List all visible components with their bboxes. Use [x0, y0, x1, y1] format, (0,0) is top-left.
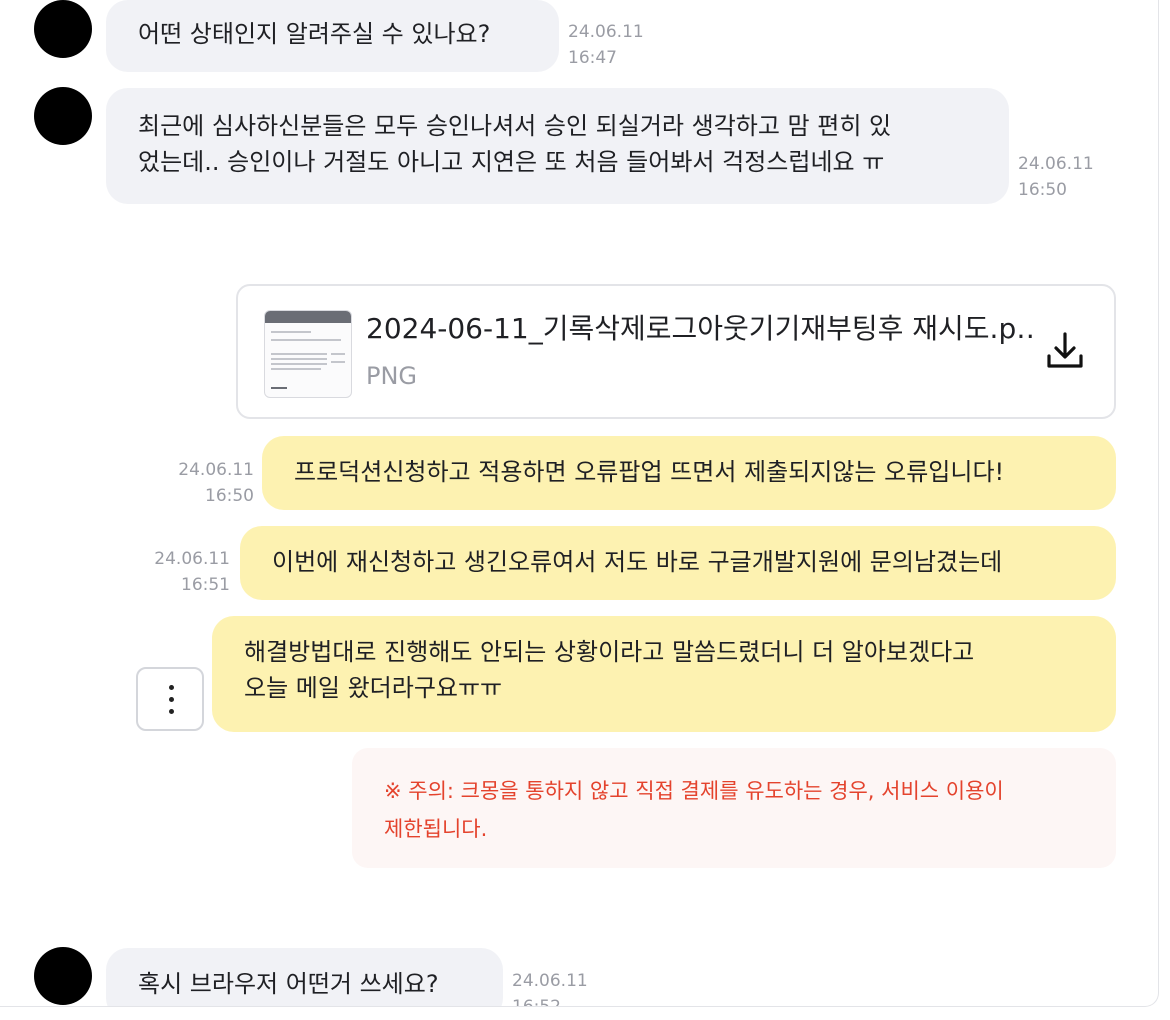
message-text: 혹시 브라우저 어떤거 쓰세요?: [138, 970, 439, 998]
message-timestamp: 24.06.11 16:50: [178, 460, 254, 506]
message-timestamp: 24.06.11 16:50: [1018, 154, 1094, 200]
message-more-button[interactable]: [136, 667, 204, 731]
outgoing-message: 이번에 재신청하고 생긴오류여서 저도 바로 구글개발지원에 문의남겼는데: [240, 526, 1116, 600]
message-text-line: 해결방법대로 진행해도 안되는 상황이라고 말씀드렸더니 더 알아보겠다고: [244, 638, 975, 666]
outgoing-message: 프로덕션신청하고 적용하면 오류팝업 뜨면서 제출되지않는 오류입니다!: [262, 436, 1116, 510]
chat-panel: 어떤 상태인지 알려주실 수 있나요? 24.06.11 16:47 최근에 심…: [0, 0, 1159, 1007]
message-text: 프로덕션신청하고 적용하면 오류팝업 뜨면서 제출되지않는 오류입니다!: [294, 458, 1005, 486]
file-thumbnail[interactable]: [264, 310, 352, 398]
incoming-message: 어떤 상태인지 알려주실 수 있나요?: [106, 0, 559, 72]
message-timestamp: 24.06.11 16:51: [154, 549, 230, 595]
download-icon: [1047, 332, 1083, 368]
message-text-line: 최근에 심사하신분들은 모두 승인나셔서 승인 되실거라 생각하고 맘 편히 있: [138, 112, 892, 140]
warning-notice: ※ 주의: 크몽을 통하지 않고 직접 결제를 유도하는 경우, 서비스 이용이…: [352, 748, 1116, 868]
message-text: 어떤 상태인지 알려주실 수 있나요?: [138, 20, 491, 48]
warning-text-line: ※ 주의: 크몽을 통하지 않고 직접 결제를 유도하는 경우, 서비스 이용이: [384, 779, 1004, 803]
message-timestamp: 24.06.11 16:52: [512, 971, 588, 1007]
avatar: [34, 87, 92, 145]
message-text: 이번에 재신청하고 생긴오류여서 저도 바로 구글개발지원에 문의남겼는데: [272, 548, 1003, 576]
incoming-message: 혹시 브라우저 어떤거 쓰세요?: [106, 948, 503, 1006]
file-attachment-card[interactable]: 2024-06-11_기록삭제로그아웃기기재부팅후 재시도.p… PNG: [236, 284, 1116, 419]
avatar: [34, 947, 92, 1005]
message-text-line: 었는데.. 승인이나 거절도 아니고 지연은 또 처음 들어봐서 걱정스럽네요 …: [138, 148, 885, 176]
message-timestamp: 24.06.11 16:47: [568, 22, 644, 68]
download-button[interactable]: [1040, 326, 1090, 376]
outgoing-message: 해결방법대로 진행해도 안되는 상황이라고 말씀드렸더니 더 알아보겠다고 오늘…: [212, 616, 1116, 732]
warning-text-line: 제한됩니다.: [384, 817, 488, 841]
message-text-line: 오늘 메일 왔더라구요ㅠㅠ: [244, 674, 503, 702]
file-type: PNG: [366, 362, 418, 390]
incoming-message: 최근에 심사하신분들은 모두 승인나셔서 승인 되실거라 생각하고 맘 편히 있…: [106, 88, 1009, 204]
avatar: [34, 0, 92, 58]
file-name[interactable]: 2024-06-11_기록삭제로그아웃기기재부팅후 재시도.p…: [366, 308, 1036, 350]
